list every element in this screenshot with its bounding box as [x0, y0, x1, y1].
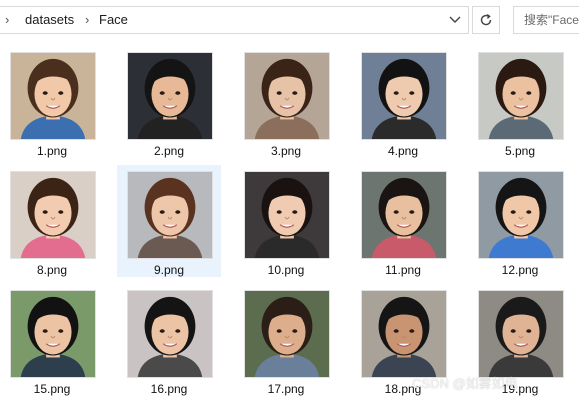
file-name: 11.png: [385, 263, 421, 277]
file-item[interactable]: 11.png: [351, 165, 455, 277]
file-item[interactable]: 15.png: [0, 284, 104, 396]
file-name: 15.png: [33, 382, 71, 396]
file-name: 16.png: [150, 382, 188, 396]
file-name: 1.png: [36, 144, 68, 158]
file-name: 17.png: [267, 382, 305, 396]
face-photo-image: [11, 172, 95, 258]
file-thumbnail: [361, 52, 447, 140]
file-name: 12.png: [501, 263, 539, 277]
file-name: 9.png: [153, 263, 185, 277]
file-name: 2.png: [153, 144, 185, 158]
face-photo-image: [128, 172, 212, 258]
file-item[interactable]: 1.png: [0, 46, 104, 158]
file-item[interactable]: 16.png: [117, 284, 221, 396]
file-thumbnail: [10, 171, 96, 259]
file-name: 10.png: [267, 263, 305, 277]
file-thumbnail: [478, 171, 564, 259]
file-item[interactable]: 9.png: [117, 165, 221, 277]
file-thumbnail: [10, 52, 96, 140]
face-photo-image: [245, 53, 329, 139]
file-item[interactable]: 8.png: [0, 165, 104, 277]
face-photo-image: [11, 291, 95, 377]
file-item[interactable]: 5.png: [468, 46, 572, 158]
face-photo-image: [479, 53, 563, 139]
face-photo-image: [362, 53, 446, 139]
face-photo-image: [245, 291, 329, 377]
file-thumbnail: [127, 52, 213, 140]
face-photo-image: [128, 53, 212, 139]
file-thumbnail: [244, 290, 330, 378]
file-item[interactable]: 3.png: [234, 46, 338, 158]
file-thumbnail: [244, 171, 330, 259]
file-item[interactable]: 17.png: [234, 284, 338, 396]
file-item[interactable]: 12.png: [468, 165, 572, 277]
file-thumbnail: [10, 290, 96, 378]
file-thumbnail: [478, 290, 564, 378]
face-photo-image: [362, 291, 446, 377]
face-photo-image: [128, 291, 212, 377]
file-item[interactable]: 4.png: [351, 46, 455, 158]
face-photo-image: [245, 172, 329, 258]
file-thumbnail: [127, 171, 213, 259]
face-photo-image: [479, 172, 563, 258]
file-item[interactable]: 10.png: [234, 165, 338, 277]
watermark: CSDN @如雾如电: [412, 376, 518, 391]
face-photo-image: [11, 53, 95, 139]
file-name: 8.png: [36, 263, 68, 277]
face-photo-image: [479, 291, 563, 377]
face-photo-image: [362, 172, 446, 258]
file-name: 5.png: [504, 144, 536, 158]
file-thumbnail: [361, 171, 447, 259]
file-name: 3.png: [270, 144, 302, 158]
file-thumbnail: [478, 52, 564, 140]
file-item[interactable]: 2.png: [117, 46, 221, 158]
file-name: 4.png: [387, 144, 419, 158]
file-thumbnail: [361, 290, 447, 378]
file-grid: 1.png 2.png 3.png 4.png 5.png 8.png 9.png 10.pn…: [0, 0, 579, 401]
file-thumbnail: [127, 290, 213, 378]
file-thumbnail: [244, 52, 330, 140]
